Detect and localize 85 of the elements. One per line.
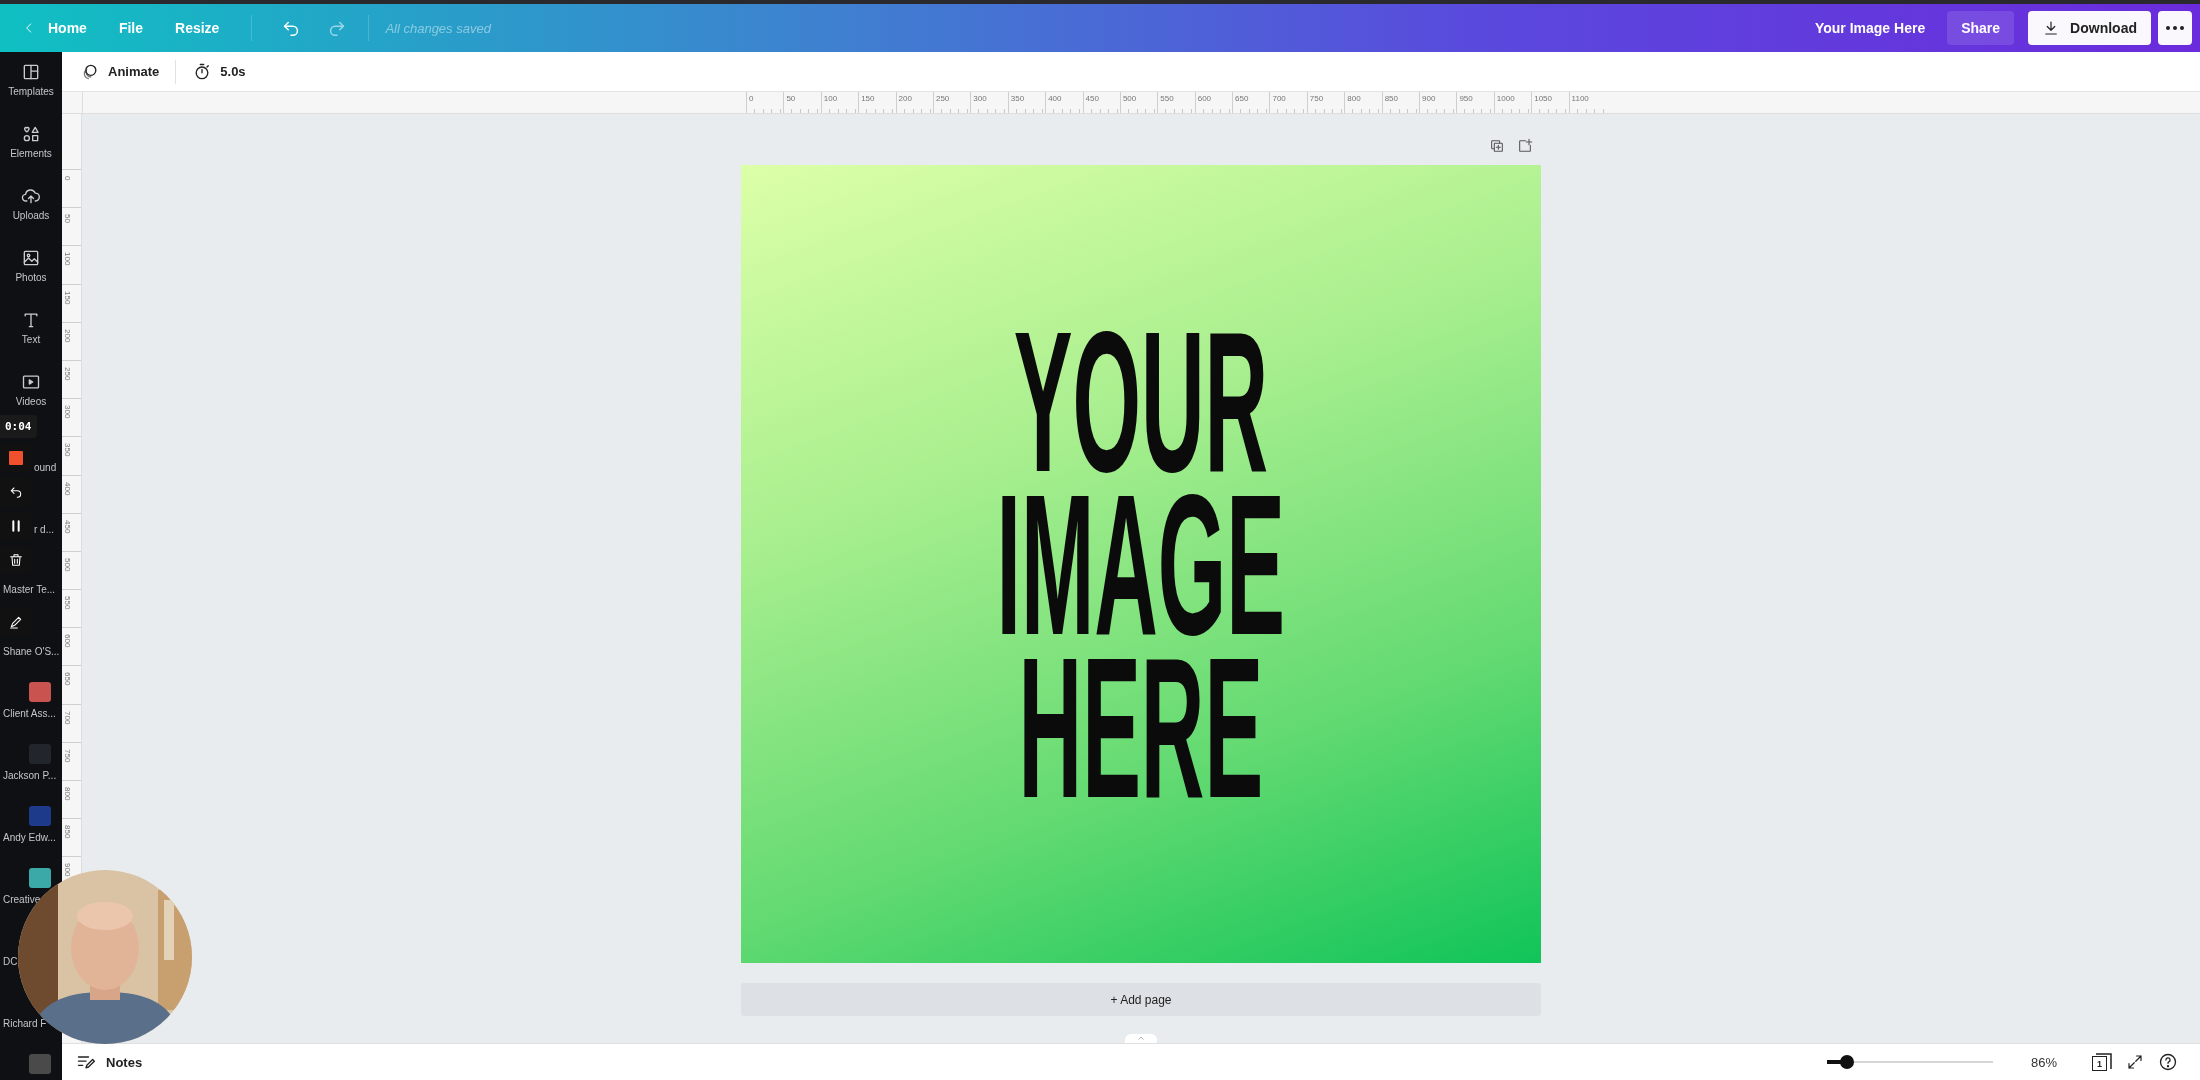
sidebar-item[interactable]: Creative <box>3 894 41 905</box>
ruler-label: 750 <box>63 748 72 763</box>
ruler-label: 300 <box>63 405 72 419</box>
ruler-label: 850 <box>1384 94 1398 103</box>
more-button[interactable] <box>2158 11 2192 45</box>
ruler-label: 1100 <box>1571 94 1589 103</box>
headline-text: HERE <box>1018 645 1264 809</box>
save-status: All changes saved <box>385 20 491 36</box>
ruler-label: 700 <box>1272 94 1286 103</box>
ruler-label: 650 <box>63 672 72 686</box>
templates-icon <box>21 62 41 82</box>
sidebar-item[interactable]: Text <box>21 334 41 345</box>
ruler-label: 500 <box>63 557 72 572</box>
ruler-label: 50 <box>786 94 796 103</box>
ruler-label: 800 <box>1347 94 1361 103</box>
sidebar-item[interactable]: Photos <box>15 272 47 283</box>
sidebar-item[interactable]: Elements <box>10 148 52 159</box>
ruler-label: 900 <box>63 863 72 877</box>
ruler-label: 50 <box>63 214 72 224</box>
animate-button[interactable]: Animate <box>74 57 166 86</box>
image-icon <box>21 248 41 268</box>
ruler-label: 600 <box>63 634 72 648</box>
ruler-label: 650 <box>1235 94 1249 103</box>
fullscreen-icon[interactable] <box>2126 1053 2144 1071</box>
slider-thumb[interactable] <box>1839 1055 1854 1069</box>
ruler-label: 550 <box>1160 94 1174 103</box>
headline-text: YOUR <box>1013 319 1269 483</box>
pen-icon <box>8 614 24 630</box>
ruler-label: 800 <box>63 787 72 801</box>
duration-button[interactable]: 5.0s <box>186 57 252 86</box>
zoom-reading[interactable]: 86% <box>2016 1054 2072 1070</box>
sidebar-item[interactable]: Shane O'S... <box>3 646 60 657</box>
more-icon <box>2166 26 2184 30</box>
ruler-label: 500 <box>1122 94 1137 103</box>
ruler-label: 1050 <box>1534 94 1552 103</box>
sidebar-item[interactable]: Uploads <box>12 210 50 221</box>
share-button[interactable]: Share <box>1947 11 2015 45</box>
ruler-label: 850 <box>63 825 72 839</box>
ruler-label: 750 <box>1309 94 1324 103</box>
ruler-label: 550 <box>63 596 72 610</box>
ruler-label: 1000 <box>1496 94 1515 103</box>
ruler-label: 200 <box>63 328 72 343</box>
ruler-label: 400 <box>63 481 72 495</box>
design-title[interactable]: Your Image Here <box>1814 20 1926 36</box>
sidebar-item[interactable]: Client Ass... <box>3 708 56 719</box>
sidebar-item[interactable]: Jackson P... <box>3 770 57 781</box>
sidebar-item[interactable]: Videos <box>15 396 47 407</box>
ruler-label: 0 <box>749 94 754 103</box>
help-icon[interactable] <box>2158 1052 2178 1072</box>
sidebar-item[interactable]: ound <box>34 462 57 473</box>
ruler-label: 450 <box>1085 94 1099 103</box>
ruler-label: 400 <box>1048 94 1062 103</box>
ruler-label: 0 <box>63 176 72 181</box>
ruler-label: 100 <box>63 252 72 266</box>
stop-icon <box>9 451 23 465</box>
ruler-label: 100 <box>823 94 838 103</box>
ruler-label: 700 <box>63 710 72 724</box>
chevron-up-icon <box>1136 1034 1146 1042</box>
sidebar-item[interactable]: DC <box>3 956 18 967</box>
ruler-label: 450 <box>63 519 72 534</box>
notes-button[interactable]: Notes <box>74 1050 145 1074</box>
recording-time: 0:04 <box>0 415 37 438</box>
add-page-button[interactable]: + Add page <box>741 983 1541 1016</box>
ruler-label: 350 <box>63 443 72 457</box>
sidebar-item[interactable]: Master Te... <box>3 584 56 595</box>
ruler-label: 350 <box>1010 94 1025 103</box>
ruler-label: 950 <box>1459 94 1473 103</box>
duplicate-page-icon[interactable] <box>1489 138 1505 154</box>
cloud-upload-icon <box>21 186 41 206</box>
ruler-label: 150 <box>861 94 875 103</box>
download-button[interactable]: Download <box>2028 11 2151 45</box>
trash-icon <box>8 552 24 568</box>
ruler-label: 250 <box>63 366 72 381</box>
ruler-label: 300 <box>973 94 987 103</box>
ruler-label: 250 <box>935 94 950 103</box>
ruler-label: 150 <box>63 290 72 304</box>
headline-text: IMAGE <box>996 482 1286 646</box>
ruler-label: 900 <box>1422 94 1436 103</box>
shapes-icon <box>21 124 41 144</box>
sidebar-item[interactable]: Templates <box>8 86 54 97</box>
ruler-label: 600 <box>1197 94 1212 103</box>
add-page-icon[interactable] <box>1517 138 1533 154</box>
ruler-label: 200 <box>898 94 912 103</box>
sidebar-item[interactable]: r d... <box>34 524 54 535</box>
sidebar-item[interactable]: Andy Edw... <box>3 832 56 843</box>
